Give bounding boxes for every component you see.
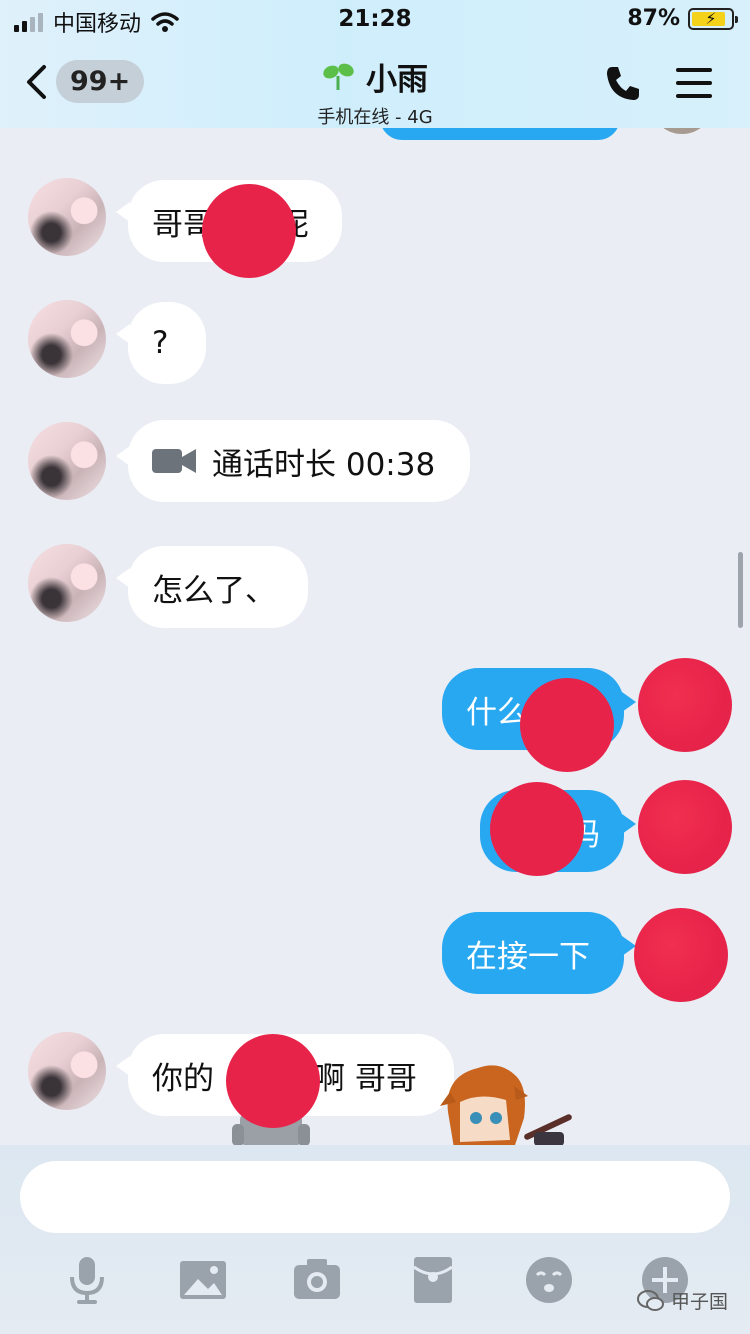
redaction-mark — [202, 184, 296, 278]
contact-avatar[interactable] — [28, 178, 106, 256]
contact-avatar[interactable] — [28, 544, 106, 622]
call-record-bubble[interactable]: 通话时长 00:38 — [128, 420, 470, 502]
message-list[interactable]: 哥哥 呢 ? 通话时长 00:38 怎么了、 什么 吗 在接一下 — [0, 0, 750, 1145]
message-text: 什么 — [466, 694, 528, 731]
bubble-tail — [622, 692, 636, 712]
online-status: 手机在线 - 4G — [317, 107, 433, 128]
message-text: 怎么了、 — [152, 572, 276, 609]
chat-header: 中国移动 21:28 87% ⚡ 99+ 小雨 手机在线 - 4G — [0, 0, 750, 128]
redaction-mark — [226, 1034, 320, 1128]
message-text: 在接一下 — [466, 938, 590, 975]
my-avatar-redacted[interactable] — [638, 658, 732, 752]
message-text-tail: 啊 哥哥 — [314, 1060, 417, 1097]
battery-percent: 87% — [627, 6, 680, 31]
chat-title: 小雨 — [366, 62, 428, 98]
microphone-icon[interactable] — [62, 1255, 112, 1305]
call-duration-text: 通话时长 00:38 — [212, 446, 436, 483]
emoji-icon[interactable] — [524, 1255, 574, 1305]
redaction-mark — [490, 782, 584, 876]
my-avatar-redacted[interactable] — [634, 908, 728, 1002]
menu-icon[interactable] — [676, 68, 712, 98]
contact-avatar[interactable] — [28, 422, 106, 500]
my-avatar-redacted[interactable] — [638, 780, 732, 874]
contact-avatar[interactable] — [28, 1032, 106, 1110]
battery-icon: ⚡ — [688, 7, 738, 30]
redaction-mark — [520, 678, 614, 772]
message-text: ? — [152, 325, 169, 361]
incoming-message-bubble[interactable]: ? — [128, 302, 206, 384]
incoming-message-bubble[interactable]: 怎么了、 — [128, 546, 308, 628]
message-input[interactable] — [20, 1161, 730, 1233]
navigation-bar: 99+ 小雨 手机在线 - 4G — [0, 50, 750, 128]
message-text: 你的 — [152, 1060, 214, 1097]
bubble-tail — [622, 814, 636, 834]
sprout-icon — [323, 63, 354, 90]
watermark-text: 甲子国 — [670, 1291, 728, 1313]
red-packet-icon[interactable] — [408, 1255, 458, 1305]
contact-avatar[interactable] — [28, 300, 106, 378]
status-bar: 中国移动 21:28 87% ⚡ — [0, 0, 750, 44]
anime-character-sticker[interactable] — [430, 1062, 580, 1145]
image-icon[interactable] — [178, 1255, 228, 1305]
wechat-icon — [636, 1289, 664, 1311]
watermark: 甲子国 — [636, 1287, 728, 1314]
outgoing-message-bubble[interactable]: 在接一下 — [442, 912, 624, 994]
video-call-icon — [152, 449, 196, 473]
phone-call-icon[interactable] — [604, 64, 642, 102]
scrollbar[interactable] — [738, 552, 743, 628]
camera-icon[interactable] — [292, 1255, 342, 1305]
